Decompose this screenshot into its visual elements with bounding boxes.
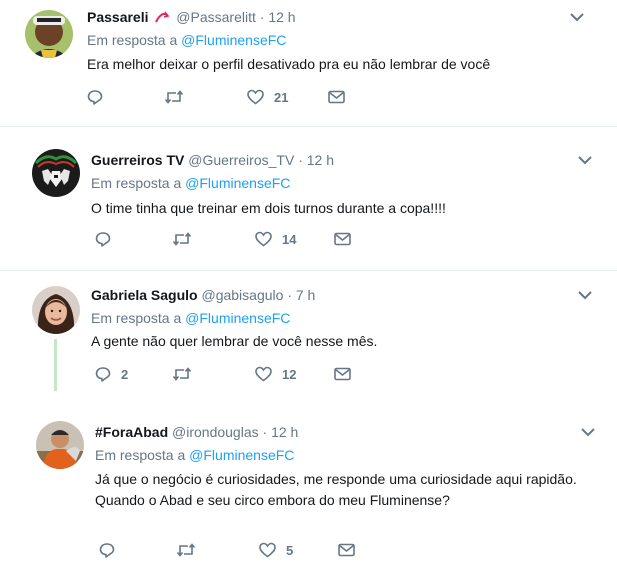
- retweet-icon: [164, 90, 184, 104]
- user-handle[interactable]: @gabisagulo: [201, 287, 283, 303]
- like-button[interactable]: 14: [255, 229, 296, 249]
- tweet-text-line: Já que o negócio é curiosidades, me resp…: [95, 471, 577, 487]
- tweet-text-line: A gente não quer lembrar de você nesse m…: [91, 333, 378, 349]
- user-handle[interactable]: @irondouglas: [172, 424, 259, 440]
- tweet-text: Era melhor deixar o perfil desativado pr…: [87, 54, 490, 75]
- chevron-down-icon[interactable]: [580, 425, 600, 439]
- mention-link[interactable]: @FluminenseFC: [185, 310, 290, 326]
- reply-button[interactable]: [87, 87, 113, 107]
- like-count: 5: [286, 542, 294, 558]
- separator: ·: [262, 424, 268, 440]
- reply-icon: [87, 90, 103, 105]
- avatar[interactable]: [32, 149, 80, 197]
- mention-link[interactable]: @FluminenseFC: [185, 175, 290, 191]
- reply-count: 2: [121, 366, 129, 382]
- tweet[interactable]: Gabriela Sagulo @gabisagulo · 7 h Em res…: [0, 271, 617, 401]
- reply-prefix: Em resposta a: [95, 447, 186, 463]
- tweet-text-line: Era melhor deixar o perfil desativado pr…: [87, 56, 491, 72]
- envelope-icon: [328, 90, 345, 104]
- chevron-down-icon[interactable]: [569, 10, 589, 24]
- reply-context: Em resposta a @FluminenseFC: [91, 309, 290, 327]
- like-count: 21: [274, 89, 289, 105]
- tweet-text-line: Quando o Abad e seu circo embora do meu …: [95, 492, 450, 508]
- chevron-down-icon[interactable]: [577, 153, 597, 167]
- reply-button[interactable]: [95, 229, 121, 249]
- retweet-button[interactable]: [172, 364, 202, 384]
- heart-icon: [259, 542, 276, 558]
- mention-link[interactable]: @FluminenseFC: [189, 447, 294, 463]
- timestamp[interactable]: 12 h: [268, 9, 295, 25]
- thread-connector: [54, 339, 57, 391]
- reply-prefix: Em resposta a: [91, 310, 182, 326]
- mention-link[interactable]: @FluminenseFC: [181, 32, 286, 48]
- display-name[interactable]: #ForaAbad: [95, 424, 168, 440]
- separator: ·: [259, 9, 265, 25]
- emoji-icon: [154, 10, 170, 24]
- chevron-down-icon[interactable]: [577, 288, 597, 302]
- user-handle[interactable]: @Guerreiros_TV: [188, 152, 294, 168]
- reply-prefix: Em resposta a: [91, 175, 182, 191]
- like-count: 14: [282, 231, 297, 247]
- heart-icon: [255, 231, 272, 247]
- reply-icon: [95, 367, 111, 382]
- display-name[interactable]: Gabriela Sagulo: [91, 287, 198, 303]
- tweet-text: Já que o negócio é curiosidades, me resp…: [95, 469, 577, 511]
- heart-icon: [255, 366, 272, 382]
- envelope-icon: [334, 232, 351, 246]
- retweet-button[interactable]: [176, 540, 206, 560]
- reply-button[interactable]: 2: [95, 364, 128, 384]
- like-button[interactable]: 12: [255, 364, 296, 384]
- retweet-icon: [172, 367, 192, 381]
- reply-icon: [99, 543, 115, 558]
- tweet[interactable]: Guerreiros TV @Guerreiros_TV · 12 h Em r…: [0, 127, 617, 265]
- tweet[interactable]: Passareli @Passarelitt · 12 h Em respost…: [0, 0, 617, 118]
- timestamp[interactable]: 7 h: [296, 287, 315, 303]
- separator: ·: [287, 287, 292, 303]
- reply-button[interactable]: [99, 540, 125, 560]
- direct-message-button[interactable]: [338, 540, 355, 560]
- separator: ·: [298, 152, 303, 168]
- reply-context: Em resposta a @FluminenseFC: [95, 446, 294, 464]
- timestamp[interactable]: 12 h: [271, 424, 298, 440]
- user-handle[interactable]: @Passarelitt: [176, 9, 256, 25]
- retweet-button[interactable]: [172, 229, 202, 249]
- direct-message-button[interactable]: [334, 229, 351, 249]
- reply-prefix: Em resposta a: [87, 32, 178, 48]
- tweet[interactable]: #ForaAbad @irondouglas · 12 h Em respost…: [0, 405, 617, 563]
- retweet-icon: [172, 232, 192, 246]
- avatar[interactable]: [25, 10, 73, 58]
- retweet-button[interactable]: [164, 87, 194, 107]
- reply-context: Em resposta a @FluminenseFC: [87, 31, 286, 49]
- timestamp[interactable]: 12 h: [307, 152, 334, 168]
- direct-message-button[interactable]: [328, 87, 345, 107]
- like-button[interactable]: 21: [247, 87, 288, 107]
- display-name[interactable]: Guerreiros TV: [91, 152, 184, 168]
- tweet-text-line: O time tinha que treinar em dois turnos …: [91, 200, 446, 216]
- envelope-icon: [338, 543, 355, 557]
- reply-icon: [95, 232, 111, 247]
- avatar[interactable]: [32, 286, 80, 334]
- tweet-text: O time tinha que treinar em dois turnos …: [91, 198, 446, 219]
- reply-context: Em resposta a @FluminenseFC: [91, 174, 290, 192]
- tweet-text: A gente não quer lembrar de você nesse m…: [91, 331, 377, 352]
- like-count: 12: [282, 366, 297, 382]
- direct-message-button[interactable]: [334, 364, 351, 384]
- retweet-icon: [176, 543, 196, 557]
- envelope-icon: [334, 367, 351, 381]
- avatar[interactable]: [36, 421, 84, 469]
- like-button[interactable]: 5: [259, 540, 293, 560]
- heart-icon: [247, 89, 264, 105]
- display-name[interactable]: Passareli: [87, 9, 149, 25]
